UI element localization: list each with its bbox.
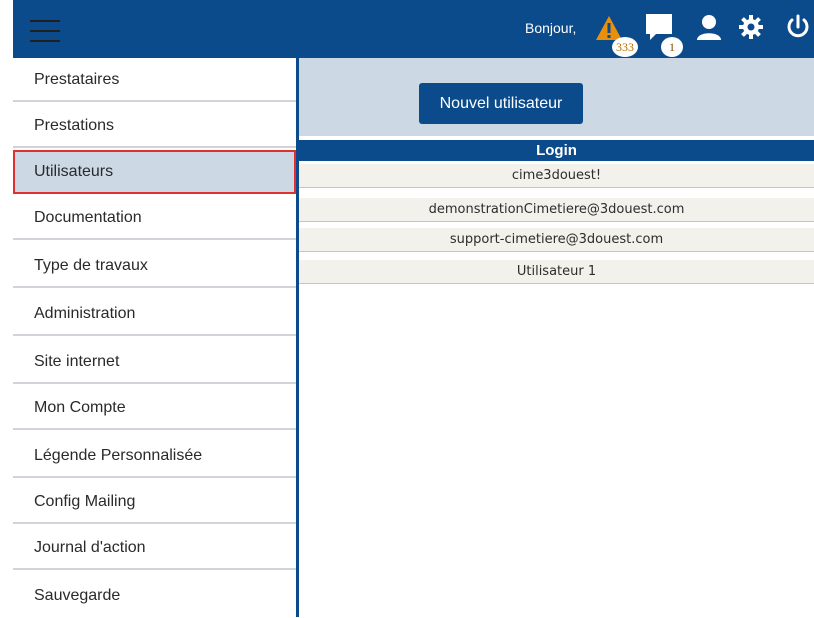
alerts-badge: 333: [612, 37, 638, 57]
gear-icon[interactable]: [739, 15, 763, 39]
sidebar-item-mon-compte[interactable]: Mon Compte: [13, 386, 296, 430]
sidebar-item-documentation[interactable]: Documentation: [13, 196, 296, 240]
sidebar-item-administration[interactable]: Administration: [13, 292, 296, 336]
sidebar-item-config-mailing[interactable]: Config Mailing: [13, 480, 296, 524]
sidebar-item-site-internet[interactable]: Site internet: [13, 340, 296, 384]
messages-badge: 1: [661, 37, 683, 57]
table-row[interactable]: demonstrationCimetiere@3douest.com: [299, 198, 814, 222]
new-user-button[interactable]: Nouvel utilisateur: [419, 83, 583, 124]
greeting-text: Bonjour,: [525, 20, 577, 36]
sidebar-item-legende-personnalisee[interactable]: Légende Personnalisée: [13, 434, 296, 478]
power-icon[interactable]: [785, 14, 811, 40]
action-panel: Nouvel utilisateur: [299, 58, 814, 136]
table-row[interactable]: support-cimetiere@3douest.com: [299, 228, 814, 252]
sidebar-item-journal-d-action[interactable]: Journal d'action: [13, 526, 296, 570]
sidebar-item-prestations[interactable]: Prestations: [13, 104, 296, 148]
table-row[interactable]: Utilisateur 1: [299, 260, 814, 284]
menu-icon[interactable]: [13, 0, 75, 58]
sidebar-item-sauvegarde[interactable]: Sauvegarde: [13, 574, 296, 618]
table-header-login[interactable]: Login: [299, 140, 814, 161]
top-bar: Bonjour, 333 1: [13, 0, 814, 58]
sidebar-item-utilisateurs[interactable]: Utilisateurs: [13, 150, 296, 194]
sidebar: Prestataires Prestations Utilisateurs Do…: [13, 58, 299, 617]
table-row[interactable]: cime3douest!: [299, 164, 814, 188]
sidebar-item-prestataires[interactable]: Prestataires: [13, 58, 296, 102]
sidebar-item-type-de-travaux[interactable]: Type de travaux: [13, 244, 296, 288]
user-icon[interactable]: [696, 14, 722, 40]
